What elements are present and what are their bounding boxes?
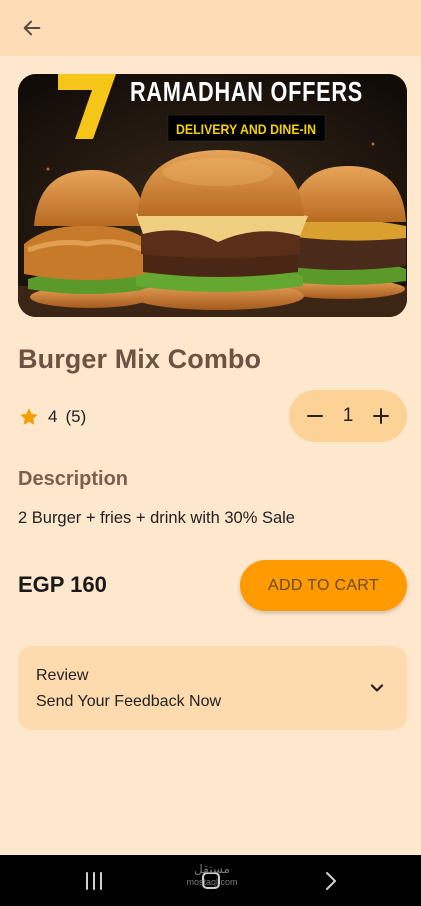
review-cta: Send Your Feedback Now: [36, 693, 222, 710]
rating-count: (5): [65, 407, 87, 426]
arrow-left-icon: [23, 20, 41, 36]
description-heading: Description: [18, 468, 129, 490]
plus-icon[interactable]: [371, 406, 391, 426]
quantity-value: 1: [342, 405, 354, 426]
back-button[interactable]: [14, 10, 50, 46]
star-icon: [20, 408, 38, 425]
product-image: RAMADHAN OFFERS DELIVERY AND DINE-IN: [18, 74, 407, 317]
quantity-stepper: 1: [289, 390, 407, 442]
description-text: 2 Burger + fries + drink with 30% Sale: [18, 509, 295, 527]
minus-icon[interactable]: [305, 406, 325, 426]
nav-back-icon[interactable]: [318, 870, 342, 892]
review-panel[interactable]: Review Send Your Feedback Now: [18, 646, 407, 730]
review-label: Review: [36, 667, 89, 684]
watermark-ar: مستقل: [194, 862, 230, 876]
product-title: Burger Mix Combo: [18, 344, 262, 374]
chevron-down-icon[interactable]: [367, 678, 387, 698]
add-to-cart-button[interactable]: ADD TO CART: [240, 560, 407, 611]
watermark: مستقل mostaql.com: [184, 863, 240, 888]
hero-headline: RAMADHAN OFFERS: [130, 76, 363, 107]
product-price: EGP 160: [18, 572, 107, 597]
hero-subline: DELIVERY AND DINE-IN: [176, 121, 316, 137]
watermark-en: mostaql.com: [186, 877, 238, 887]
system-nav-bar: مستقل mostaql.com: [0, 855, 421, 906]
product-rating: 4 (5): [18, 403, 86, 431]
recents-icon[interactable]: [80, 871, 108, 891]
app-bar: [0, 0, 421, 56]
rating-value: 4: [48, 407, 58, 426]
